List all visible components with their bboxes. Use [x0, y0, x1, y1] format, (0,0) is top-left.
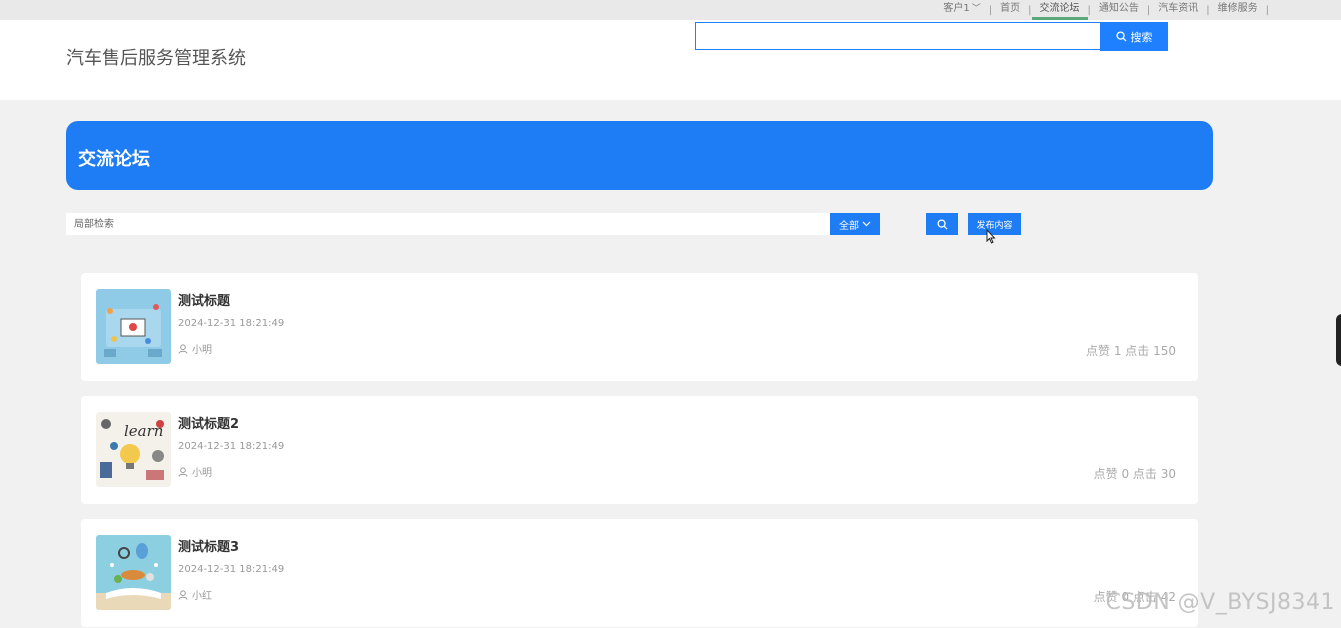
- nav-item-news[interactable]: 汽车资讯: [1150, 0, 1206, 20]
- user-icon: [178, 589, 188, 600]
- post-author: 小明: [178, 341, 212, 356]
- post-card[interactable]: 测试标题3 2024-12-31 18:21:49 小红 点赞 0 点击 42: [81, 519, 1198, 627]
- post-card[interactable]: learn 测试标题2 2024-12-31 18:21:49 小明 点赞 0 …: [81, 396, 1198, 504]
- nav-item-repair[interactable]: 维修服务: [1210, 0, 1266, 20]
- top-nav: 客户1 ﹀ | 首页 | 交流论坛 | 通知公告 | 汽车资讯 | 维修服务 |: [935, 0, 1269, 20]
- side-edge-tab: [1336, 314, 1341, 366]
- user-icon: [178, 343, 188, 354]
- post-card[interactable]: 测试标题 2024-12-31 18:21:49 小明 点赞 1 点击 150: [81, 273, 1198, 381]
- post-author: 小红: [178, 587, 212, 602]
- post-author-name: 小红: [192, 591, 212, 602]
- header-search-input[interactable]: [695, 22, 1101, 50]
- post-author-name: 小明: [192, 345, 212, 356]
- nav-item-notice[interactable]: 通知公告: [1091, 0, 1147, 20]
- post-time: 2024-12-31 18:21:49: [178, 318, 285, 329]
- nav-item-home[interactable]: 首页: [992, 0, 1028, 20]
- user-menu-label: 客户1: [943, 3, 970, 14]
- top-bar: 客户1 ﹀ | 首页 | 交流论坛 | 通知公告 | 汽车资讯 | 维修服务 |: [0, 0, 1341, 20]
- site-title: 汽车售后服务管理系统: [66, 48, 246, 69]
- post-title: 测试标题3: [178, 540, 240, 555]
- search-icon: [936, 218, 948, 230]
- post-time: 2024-12-31 18:21:49: [178, 441, 285, 452]
- user-icon: [178, 466, 188, 477]
- post-author: 小明: [178, 464, 212, 479]
- post-title: 测试标题2: [178, 417, 240, 432]
- chevron-down-icon: ﹀: [971, 4, 981, 14]
- page-title: 交流论坛: [78, 149, 150, 170]
- search-icon: [1115, 31, 1127, 42]
- user-menu[interactable]: 客户1 ﹀: [935, 0, 988, 20]
- watermark: CSDN @V_BYSJ8341: [1105, 590, 1335, 615]
- nav-item-forum[interactable]: 交流论坛: [1031, 0, 1088, 20]
- category-select[interactable]: 全部: [830, 213, 880, 235]
- post-thumbnail: [96, 535, 171, 610]
- category-select-value: 全部: [839, 220, 859, 232]
- post-thumbnail: learn: [96, 412, 171, 487]
- cursor-icon: [986, 229, 996, 244]
- nav-divider: |: [1265, 4, 1269, 16]
- chevron-down-icon: [862, 221, 871, 227]
- header-search-button[interactable]: 搜索: [1100, 22, 1168, 51]
- page-banner: 交流论坛: [66, 121, 1213, 190]
- post-title: 测试标题: [178, 294, 231, 309]
- filter-search-button[interactable]: [926, 213, 958, 235]
- post-stats: 点赞 1 点击 150: [1086, 344, 1176, 358]
- post-author-name: 小明: [192, 468, 212, 479]
- post-stats: 点赞 0 点击 30: [1093, 467, 1176, 481]
- local-search-input[interactable]: [66, 213, 830, 235]
- post-time: 2024-12-31 18:21:49: [178, 564, 285, 575]
- header-search-button-label: 搜索: [1130, 30, 1153, 44]
- post-thumbnail: [96, 289, 171, 364]
